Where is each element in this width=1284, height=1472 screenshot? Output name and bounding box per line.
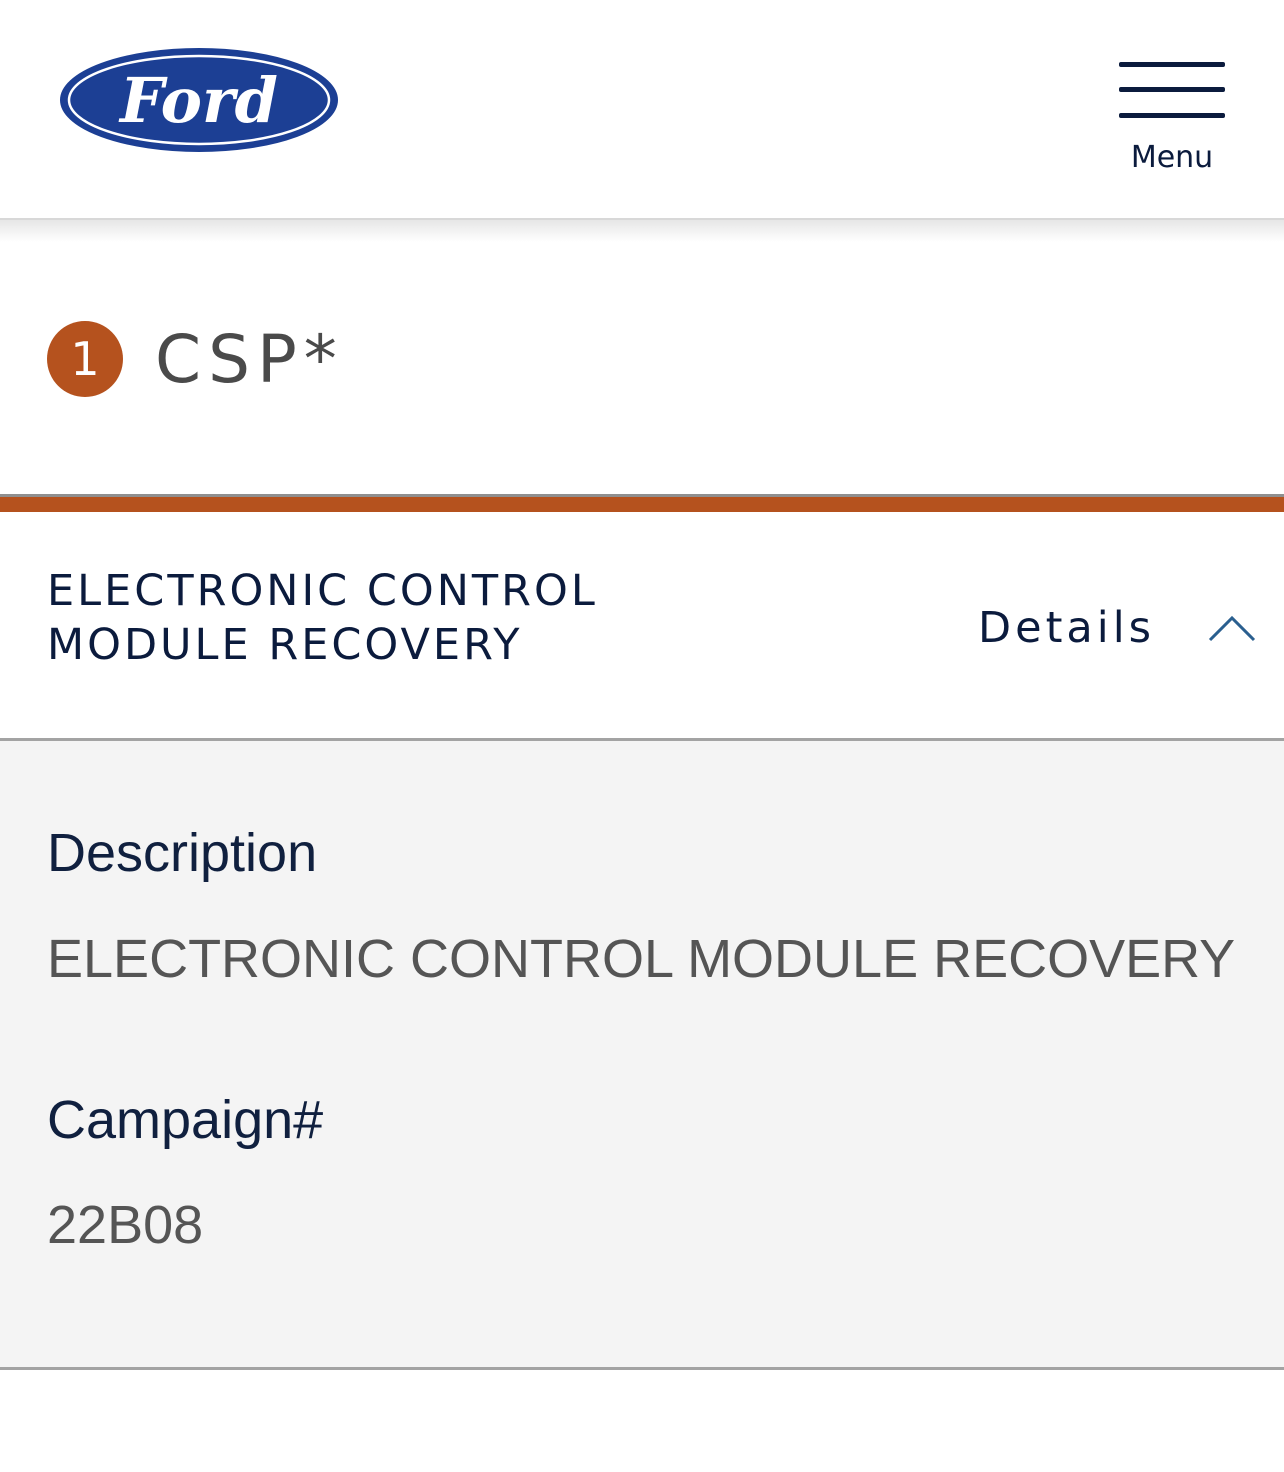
description-value: ELECTRONIC CONTROL MODULE RECOVERY xyxy=(47,929,1236,989)
details-toggle[interactable]: Details xyxy=(978,600,1268,656)
menu-button[interactable]: Menu xyxy=(1110,50,1234,190)
chevron-up-icon xyxy=(1208,615,1256,642)
step-title: CSP* xyxy=(155,321,344,398)
details-toggle-label: Details xyxy=(978,603,1156,653)
hamburger-menu-icon xyxy=(1119,56,1225,118)
step-number-badge: 1 xyxy=(47,321,123,397)
header-shadow xyxy=(0,220,1284,242)
description-label: Description xyxy=(47,823,318,883)
campaign-value: 22B08 xyxy=(47,1195,204,1255)
recall-title: ELECTRONIC CONTROL MODULE RECOVERY xyxy=(47,566,598,670)
details-panel: Description ELECTRONIC CONTROL MODULE RE… xyxy=(0,738,1284,1370)
section-divider xyxy=(0,494,1284,512)
page: Ford Menu 1 CSP* ELECTRONIC CONTROL MODU… xyxy=(0,0,1284,1472)
campaign-label: Campaign# xyxy=(47,1090,324,1150)
site-header: Ford Menu xyxy=(0,0,1284,220)
svg-text:Ford: Ford xyxy=(118,64,278,137)
recall-accordion-header[interactable]: ELECTRONIC CONTROL MODULE RECOVERY Detai… xyxy=(0,512,1284,738)
ford-logo[interactable]: Ford xyxy=(58,46,340,154)
menu-label: Menu xyxy=(1130,140,1214,175)
